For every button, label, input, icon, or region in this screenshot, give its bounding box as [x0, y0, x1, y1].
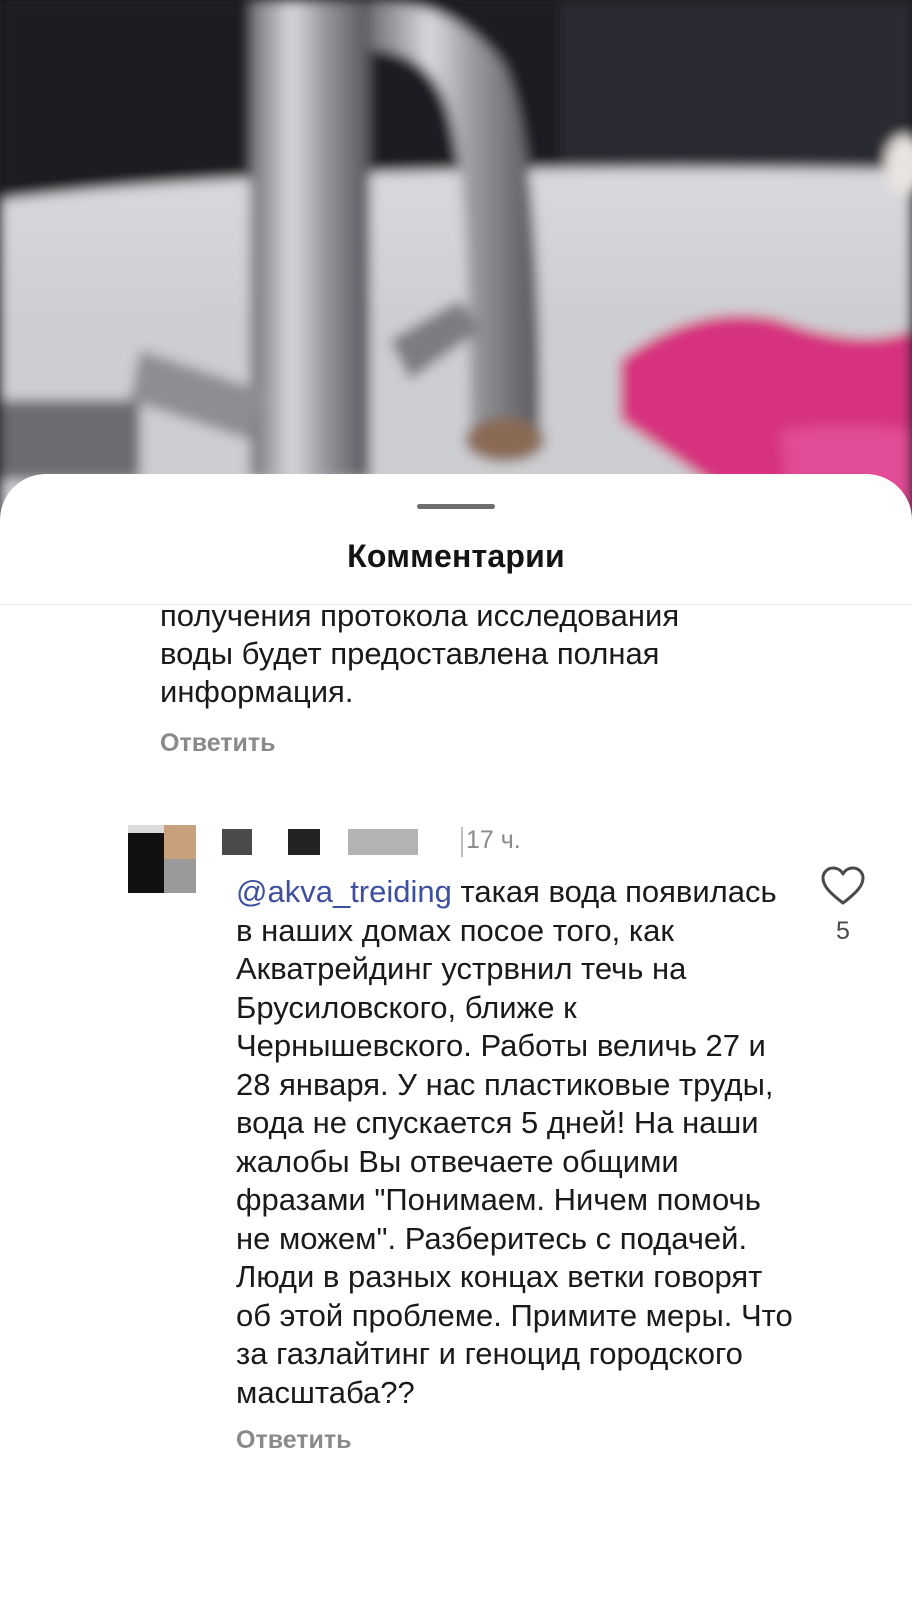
mention-link[interactable]: @akva_treiding [236, 874, 452, 909]
comment-text: @akva_treiding такая вода появилась в на… [236, 873, 796, 1412]
comment-text: лабораторных исследований. После получен… [160, 605, 680, 709]
username-redacted[interactable] [222, 827, 462, 857]
comment-text-body: такая вода появилась в наших домах посое… [236, 874, 793, 1410]
avatar[interactable] [128, 825, 198, 893]
reply-button[interactable]: Ответить [160, 729, 276, 758]
heart-outline-icon[interactable] [820, 865, 866, 907]
sheet-title: Комментарии [347, 538, 565, 574]
comment-item: лабораторных исследований. После получен… [160, 605, 800, 758]
comment-body: @akva_treiding такая вода появилась в на… [236, 873, 796, 1455]
comments-list[interactable]: лабораторных исследований. После получен… [0, 605, 912, 1600]
sheet-drag-handle[interactable] [417, 504, 495, 509]
like-count: 5 [836, 917, 850, 945]
screen: Комментарии лабораторных исследований. П… [0, 0, 912, 1600]
video-preview[interactable] [0, 0, 912, 520]
comment-timestamp: 17 ч. [466, 826, 521, 854]
comments-sheet: Комментарии лабораторных исследований. П… [0, 474, 912, 1600]
divider [461, 827, 463, 857]
video-frame-image [0, 0, 912, 520]
reply-button[interactable]: Ответить [236, 1426, 352, 1455]
